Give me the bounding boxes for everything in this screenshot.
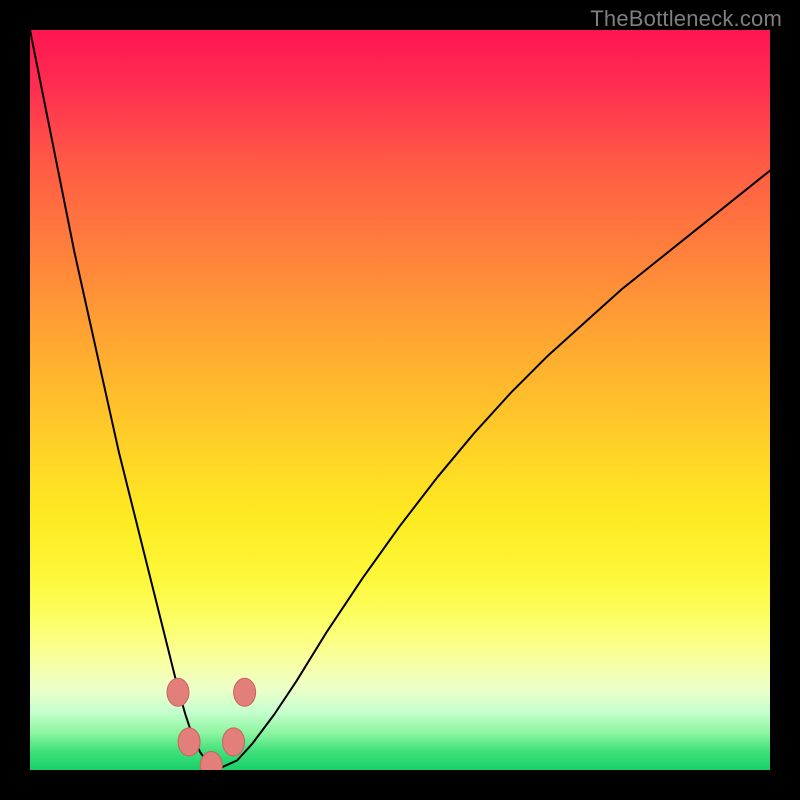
chart-frame: TheBottleneck.com <box>0 0 800 800</box>
plot-area <box>30 30 770 770</box>
watermark-text: TheBottleneck.com <box>590 6 782 32</box>
